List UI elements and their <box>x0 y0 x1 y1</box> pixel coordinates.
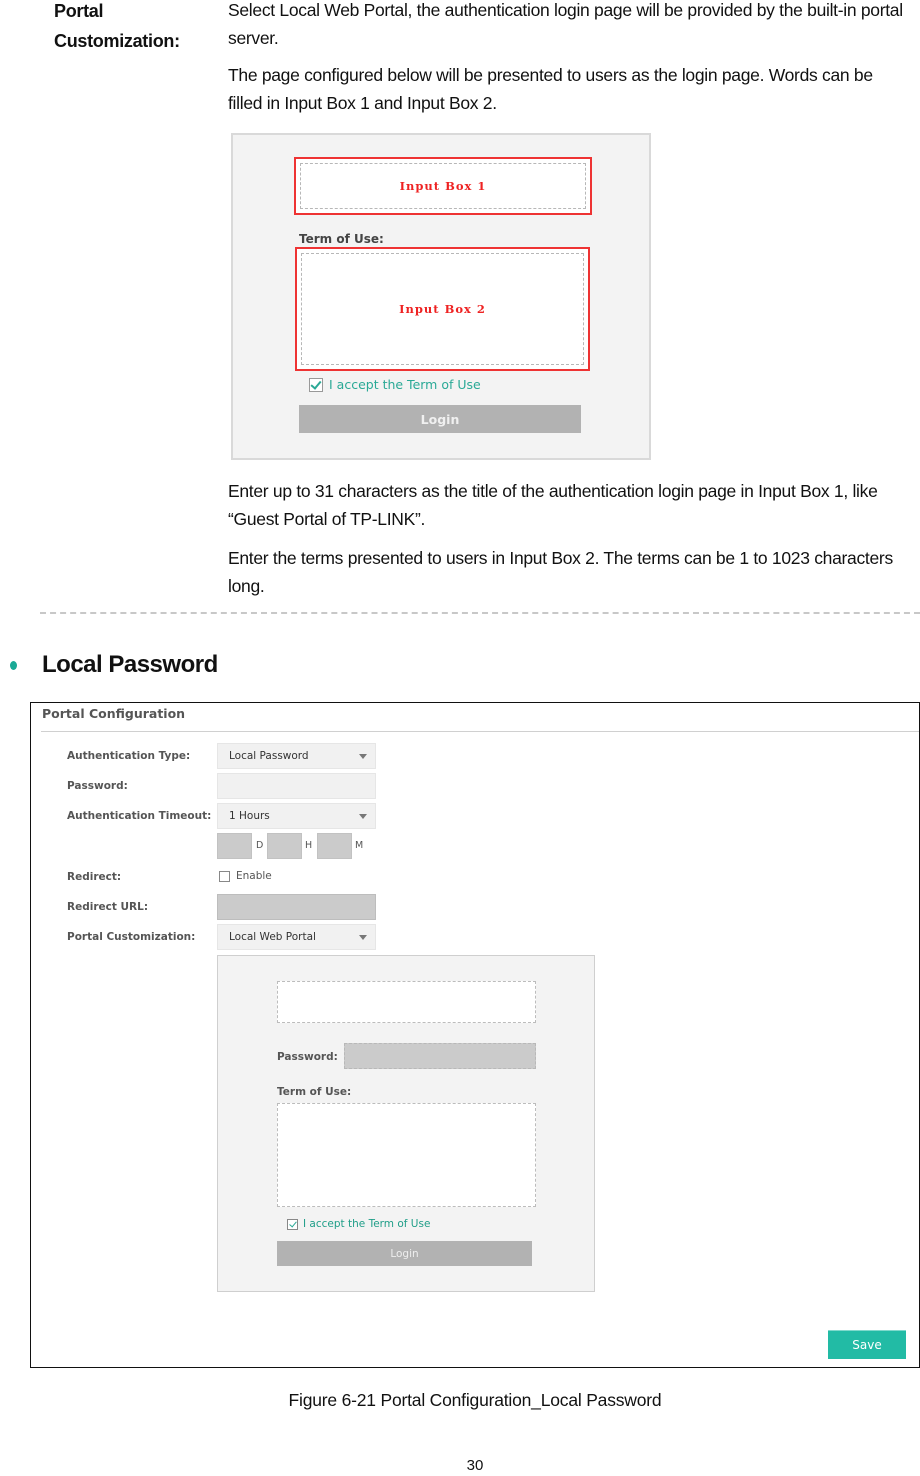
portal-preview: Password: Term of Use: I accept the Term… <box>217 955 595 1292</box>
preview-accept-row: I accept the Term of Use <box>287 1218 430 1230</box>
preview-term-label: Term of Use: <box>277 1086 352 1098</box>
accept-terms-row: I accept the Term of Use <box>309 377 481 392</box>
portal-configuration-screenshot: Portal Configuration Authentication Type… <box>30 702 920 1368</box>
auth-timeout-select[interactable]: 1 Hours <box>217 803 376 829</box>
dropdown-arrow-icon <box>359 754 367 759</box>
dropdown-arrow-icon <box>359 814 367 819</box>
definition-paragraph: Enter the terms presented to users in In… <box>228 548 893 596</box>
checkbox-checked-icon <box>309 377 323 392</box>
login-page-illustration: Input Box 1 Term of Use: Input Box 2 I a… <box>231 133 651 460</box>
definition-paragraph: Enter up to 31 characters as the title o… <box>228 481 878 529</box>
definition-term: Portal Customization: <box>54 0 204 56</box>
term-of-use-label: Term of Use: <box>299 232 384 246</box>
enable-label: Enable <box>236 870 272 882</box>
password-label: Password: <box>67 780 128 792</box>
portal-customization-label: Portal Customization: <box>67 931 196 943</box>
redirect-url-label: Redirect URL: <box>67 901 149 913</box>
auth-type-select[interactable]: Local Password <box>217 743 376 769</box>
password-input[interactable] <box>217 773 376 799</box>
panel-title: Portal Configuration <box>42 706 186 721</box>
dashed-divider <box>40 612 920 614</box>
input-box-1-highlight: Input Box 1 <box>294 157 592 215</box>
definition-paragraph: Select Local Web Portal, the authenticat… <box>228 0 903 48</box>
checkbox-unchecked-icon[interactable] <box>219 870 230 882</box>
auth-timeout-value: 1 Hours <box>229 810 270 822</box>
portal-title-input[interactable] <box>277 981 536 1023</box>
input-box-1-label: Input Box 1 <box>399 179 487 193</box>
timeout-hours-input[interactable] <box>267 833 302 859</box>
redirect-enable-checkbox[interactable]: Enable <box>219 870 272 882</box>
timeout-minutes-input[interactable] <box>317 833 352 859</box>
preview-login-button: Login <box>277 1241 532 1266</box>
auth-timeout-label: Authentication Timeout: <box>67 810 212 822</box>
auth-type-label: Authentication Type: <box>67 750 191 762</box>
terms-of-use-input[interactable] <box>277 1103 536 1207</box>
minutes-unit-label: M <box>355 840 364 851</box>
definition-paragraph: The page configured below will be presen… <box>228 65 873 113</box>
save-button[interactable]: Save <box>828 1330 906 1359</box>
preview-password-field <box>344 1043 536 1069</box>
portal-customization-value: Local Web Portal <box>229 931 316 943</box>
preview-password-label: Password: <box>277 1051 338 1063</box>
accept-terms-label: I accept the Term of Use <box>329 377 481 392</box>
input-box-2-label: Input Box 2 <box>399 302 486 316</box>
definition-term-text: Portal Customization: <box>54 1 180 51</box>
bullet-icon <box>10 661 17 670</box>
input-box-2-highlight: Input Box 2 <box>295 247 590 371</box>
days-unit-label: D <box>256 840 264 851</box>
page-number: 30 <box>466 1457 484 1474</box>
timeout-days-input[interactable] <box>217 833 252 859</box>
redirect-label: Redirect: <box>67 871 122 883</box>
redirect-url-input[interactable] <box>217 894 376 920</box>
hours-unit-label: H <box>305 840 313 851</box>
auth-type-value: Local Password <box>229 750 309 762</box>
title-divider <box>41 731 919 732</box>
preview-accept-label: I accept the Term of Use <box>303 1218 431 1230</box>
section-title: Local Password <box>42 651 218 678</box>
checkbox-checked-icon <box>287 1218 298 1230</box>
figure-caption: Figure 6-21 Portal Configuration_Local P… <box>288 1390 662 1410</box>
portal-customization-select[interactable]: Local Web Portal <box>217 924 376 950</box>
dropdown-arrow-icon <box>359 935 367 940</box>
login-button-illustration: Login <box>299 405 581 433</box>
